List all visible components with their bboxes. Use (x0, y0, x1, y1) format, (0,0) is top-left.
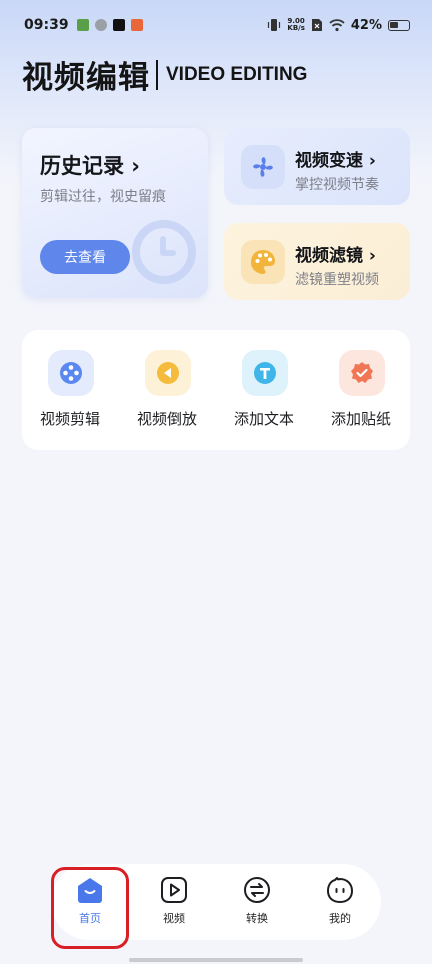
wifi-icon (329, 19, 345, 32)
view-history-button[interactable]: 去查看 (40, 240, 130, 274)
nav-label: 视频 (163, 912, 185, 925)
status-time: 09:39 (24, 17, 69, 33)
nav-item-video[interactable]: 视频 (142, 876, 206, 934)
clock-icon (132, 220, 196, 284)
tiktok-icon (112, 19, 125, 31)
app-notification-icon (76, 19, 89, 31)
tool-video-reverse[interactable]: 视频倒放 (119, 350, 215, 440)
wechat-icon (94, 19, 107, 31)
tool-add-sticker[interactable]: 添加贴纸 (313, 350, 409, 440)
video-filter-card[interactable]: 视频滤镜 › 滤镜重塑视频 (224, 223, 410, 300)
vibrate-icon (268, 19, 281, 31)
net-speed: 9.00 KB/s (287, 18, 304, 32)
history-subtitle: 剪辑过往，视史留痕 (40, 189, 166, 205)
title-divider (156, 59, 158, 90)
film-reel-icon (48, 350, 94, 396)
history-title: 历史记录 › (40, 154, 140, 178)
nav-label: 转换 (246, 912, 268, 925)
nav-item-convert[interactable]: 转换 (225, 876, 289, 934)
tool-label: 视频倒放 (136, 410, 197, 428)
tool-label: 添加贴纸 (330, 410, 391, 428)
page-title: 视频编辑 (22, 60, 150, 96)
page-header: 视频编辑 VIDEO EDITING (22, 52, 307, 97)
convert-icon (244, 877, 270, 903)
nav-label: 我的 (329, 912, 351, 925)
tool-label: 添加文本 (233, 410, 294, 428)
play-icon (161, 877, 187, 903)
tool-add-text[interactable]: 添加文本 (216, 350, 312, 440)
tools-panel: 视频剪辑 视频倒放 添加文本 添加贴纸 (22, 330, 410, 450)
sticker-icon (339, 350, 385, 396)
page-title-english: VIDEO EDITING (166, 63, 308, 85)
rewind-icon (145, 350, 191, 396)
fan-icon (241, 145, 285, 189)
app-badge-icon (130, 19, 143, 31)
video-speed-card[interactable]: 视频变速 › 掌控视频节奏 (224, 128, 410, 205)
tool-label: 视频剪辑 (39, 410, 100, 428)
sim-icon (311, 19, 322, 31)
video-filter-title: 视频滤镜 › (295, 246, 376, 266)
nav-item-profile[interactable]: 我的 (308, 876, 372, 934)
battery-icon (388, 19, 410, 31)
palette-icon (241, 240, 285, 284)
video-speed-title: 视频变速 › (295, 151, 376, 171)
home-indicator (129, 958, 303, 962)
video-speed-subtitle: 掌控视频节奏 (295, 177, 379, 193)
battery-percent: 42% (350, 17, 382, 33)
tool-video-edit[interactable]: 视频剪辑 (22, 350, 118, 440)
text-icon (242, 350, 288, 396)
highlight-annotation (51, 867, 129, 949)
status-bar: 09:39 9.00 KB/s 42% (0, 0, 432, 50)
net-speed-unit: KB/s (287, 24, 305, 32)
profile-icon (327, 877, 353, 903)
history-card[interactable]: 历史记录 › 剪辑过往，视史留痕 去查看 (22, 128, 208, 298)
video-filter-subtitle: 滤镜重塑视频 (295, 272, 379, 288)
